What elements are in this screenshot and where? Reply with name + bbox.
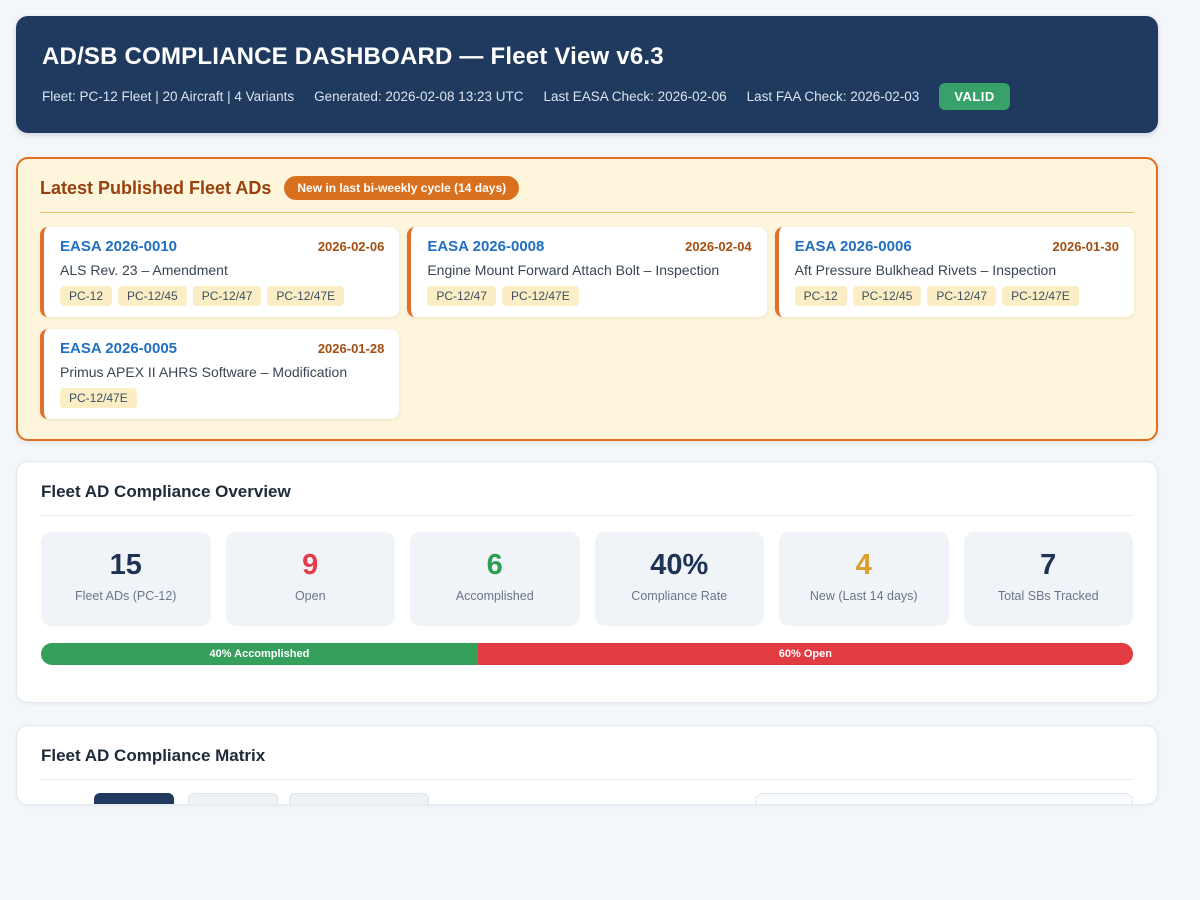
stats-row: 15 Fleet ADs (PC-12) 9 Open 6 Accomplish… [41, 532, 1133, 626]
compliance-overview-panel: Fleet AD Compliance Overview 15 Fleet AD… [16, 461, 1158, 703]
header-meta-row: Fleet: PC-12 Fleet | 20 Aircraft | 4 Var… [42, 83, 1132, 110]
stat-value: 6 [410, 549, 580, 581]
stat-value: 15 [41, 549, 211, 581]
matrix-divider [41, 779, 1133, 780]
latest-ads-header: Latest Published Fleet ADs New in last b… [40, 176, 1134, 200]
ad-date: 2026-02-06 [318, 239, 385, 254]
page-title: AD/SB COMPLIANCE DASHBOARD — Fleet View … [42, 43, 1132, 71]
ad-card: EASA 2026-0005 2026-01-28 Primus APEX II… [40, 329, 399, 419]
ad-id-link[interactable]: EASA 2026-0008 [427, 238, 544, 255]
dashboard-page: AD/SB COMPLIANCE DASHBOARD — Fleet View … [0, 0, 1200, 805]
stat-value: 7 [964, 549, 1134, 581]
variant-tag: PC-12/45 [118, 286, 187, 306]
latest-ads-panel: Latest Published Fleet ADs New in last b… [16, 157, 1158, 441]
variant-tag: PC-12/47E [60, 388, 137, 408]
variant-tag: PC-12 [60, 286, 112, 306]
stat-card-accomplished: 6 Accomplished [410, 532, 580, 626]
stat-label: New (Last 14 days) [779, 589, 949, 603]
ad-card-top: EASA 2026-0005 2026-01-28 [60, 340, 384, 357]
overview-divider [41, 515, 1133, 516]
latest-ads-title: Latest Published Fleet ADs [40, 178, 271, 199]
ad-date: 2026-01-28 [318, 341, 385, 356]
stat-value: 4 [779, 549, 949, 581]
matrix-title: Fleet AD Compliance Matrix [41, 746, 1133, 766]
ad-date: 2026-01-30 [1053, 239, 1120, 254]
ad-card: EASA 2026-0008 2026-02-04 Engine Mount F… [407, 227, 766, 317]
matrix-controls [41, 793, 1133, 805]
ad-subject: Engine Mount Forward Attach Bolt – Inspe… [427, 262, 751, 278]
header-panel: AD/SB COMPLIANCE DASHBOARD — Fleet View … [16, 16, 1158, 133]
stat-card-total-sbs: 7 Total SBs Tracked [964, 532, 1134, 626]
latest-ads-grid: EASA 2026-0010 2026-02-06 ALS Rev. 23 – … [40, 227, 1134, 419]
ad-id-link[interactable]: EASA 2026-0005 [60, 340, 177, 357]
ad-card-top: EASA 2026-0008 2026-02-04 [427, 238, 751, 255]
stat-value: 9 [226, 549, 396, 581]
ad-id-link[interactable]: EASA 2026-0010 [60, 238, 177, 255]
stat-label: Accomplished [410, 589, 580, 603]
ad-card: EASA 2026-0006 2026-01-30 Aft Pressure B… [775, 227, 1134, 317]
variant-tag: PC-12/47E [267, 286, 344, 306]
variant-tag: PC-12 [795, 286, 847, 306]
last-easa-check: Last EASA Check: 2026-02-06 [544, 89, 727, 104]
matrix-filter-tab[interactable] [289, 793, 429, 805]
latest-ads-divider [40, 212, 1134, 213]
stat-value: 40% [595, 549, 765, 581]
stat-card-compliance-rate: 40% Compliance Rate [595, 532, 765, 626]
ad-date: 2026-02-04 [685, 239, 752, 254]
compliance-matrix-panel: Fleet AD Compliance Matrix [16, 725, 1158, 805]
stat-label: Compliance Rate [595, 589, 765, 603]
stat-card-open: 9 Open [226, 532, 396, 626]
last-faa-check: Last FAA Check: 2026-02-03 [747, 89, 920, 104]
fleet-info: Fleet: PC-12 Fleet | 20 Aircraft | 4 Var… [42, 89, 294, 104]
new-cycle-badge: New in last bi-weekly cycle (14 days) [284, 176, 519, 200]
stat-card-new: 4 New (Last 14 days) [779, 532, 949, 626]
ad-tags: PC-12/47 PC-12/47E [427, 286, 751, 306]
variant-tag: PC-12/47 [193, 286, 262, 306]
variant-tag: PC-12/47E [502, 286, 579, 306]
progress-accomplished-segment: 40% Accomplished [41, 643, 478, 665]
ad-id-link[interactable]: EASA 2026-0006 [795, 238, 912, 255]
ad-subject: ALS Rev. 23 – Amendment [60, 262, 384, 278]
ad-tags: PC-12 PC-12/45 PC-12/47 PC-12/47E [795, 286, 1119, 306]
variant-tag: PC-12/47 [927, 286, 996, 306]
variant-tag: PC-12/47 [427, 286, 496, 306]
variant-tag: PC-12/45 [853, 286, 922, 306]
variant-tag: PC-12/47E [1002, 286, 1079, 306]
ad-subject: Primus APEX II AHRS Software – Modificat… [60, 364, 384, 380]
ad-card-top: EASA 2026-0006 2026-01-30 [795, 238, 1119, 255]
stat-label: Open [226, 589, 396, 603]
status-badge: VALID [939, 83, 1010, 110]
progress-open-segment: 60% Open [478, 643, 1133, 665]
stat-label: Total SBs Tracked [964, 589, 1134, 603]
generated-timestamp: Generated: 2026-02-08 13:23 UTC [314, 89, 523, 104]
matrix-filter-tab[interactable] [188, 793, 278, 805]
stat-label: Fleet ADs (PC-12) [41, 589, 211, 603]
matrix-search-input[interactable] [755, 793, 1133, 805]
overview-title: Fleet AD Compliance Overview [41, 482, 1133, 502]
ad-card: EASA 2026-0010 2026-02-06 ALS Rev. 23 – … [40, 227, 399, 317]
ad-subject: Aft Pressure Bulkhead Rivets – Inspectio… [795, 262, 1119, 278]
compliance-progress-bar: 40% Accomplished 60% Open [41, 643, 1133, 665]
ad-tags: PC-12 PC-12/45 PC-12/47 PC-12/47E [60, 286, 384, 306]
ad-tags: PC-12/47E [60, 388, 384, 408]
ad-card-top: EASA 2026-0010 2026-02-06 [60, 238, 384, 255]
matrix-filter-tab-active[interactable] [94, 793, 174, 805]
stat-card-fleet-ads: 15 Fleet ADs (PC-12) [41, 532, 211, 626]
